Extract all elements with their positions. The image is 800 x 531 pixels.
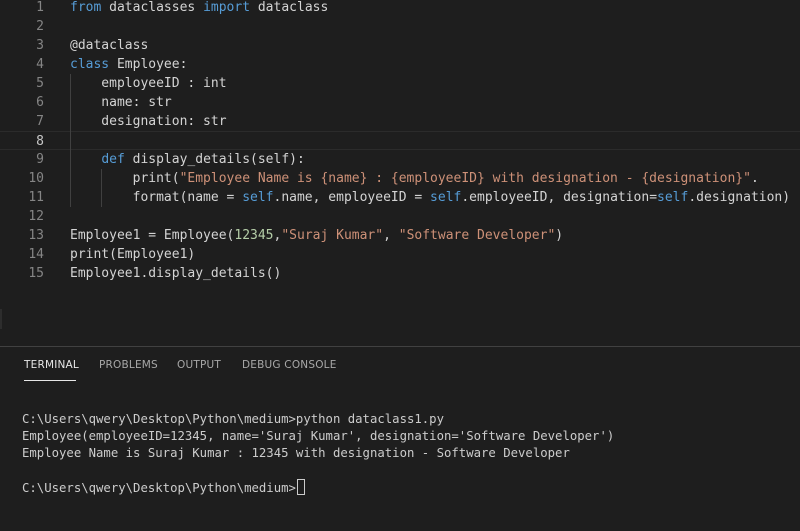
code-token: Employee: <box>109 57 188 72</box>
line-number: 9 <box>36 152 44 167</box>
code-token: "Software Developer" <box>398 228 556 243</box>
terminal-prompt: C:\Users\qwery\Desktop\Python\medium> <box>22 481 296 495</box>
indent-guide <box>101 169 103 207</box>
code-line[interactable]: 1 from dataclasses import dataclass <box>0 0 800 17</box>
code-text: Employee1.display_details() <box>70 264 281 283</box>
code-line[interactable]: 6 name: str <box>0 93 800 112</box>
line-number: 13 <box>28 228 44 243</box>
code-text: format(name = self.name, employeeID = se… <box>70 188 800 207</box>
code-token: .designation) ) <box>688 190 800 205</box>
code-token: employeeID : int <box>70 76 227 91</box>
line-number: 14 <box>28 247 44 262</box>
code-token: dataclass <box>250 0 329 15</box>
code-token: name: str <box>70 95 172 110</box>
code-token: class <box>70 57 110 72</box>
line-number: 15 <box>28 266 44 281</box>
code-token: dataclasses <box>101 0 204 15</box>
code-line[interactable]: 12 <box>0 207 800 226</box>
bottom-panel: TERMINAL PROBLEMS OUTPUT DEBUG CONSOLE C… <box>0 347 800 531</box>
tab-debug-console[interactable]: DEBUG CONSOLE <box>242 359 337 371</box>
terminal-cursor <box>296 479 305 495</box>
code-token: display_details(self): <box>124 152 305 167</box>
code-line[interactable]: 9 def display_details(self): <box>0 150 800 169</box>
code-line[interactable]: 2 <box>0 17 800 36</box>
terminal-prompt-line[interactable]: C:\Users\qwery\Desktop\Python\medium> <box>22 479 305 496</box>
line-number: 1 <box>36 0 44 15</box>
line-number: 11 <box>28 190 44 205</box>
code-text: class Employee: <box>70 55 187 74</box>
code-token: self <box>242 190 274 205</box>
code-token: format(name = <box>70 190 243 205</box>
code-line[interactable]: 5 employeeID : int <box>0 74 800 93</box>
code-token: 12345 <box>234 228 274 243</box>
tab-output[interactable]: OUTPUT <box>177 359 221 371</box>
terminal-line-output-1: Employee(employeeID=12345, name='Suraj K… <box>22 429 615 443</box>
code-text: employeeID : int <box>70 74 227 93</box>
code-token: import <box>203 0 251 15</box>
code-token: from <box>70 0 102 15</box>
code-token: "Employee Name is {name} : {employeeID} … <box>179 171 751 186</box>
code-token: @dataclass <box>70 38 149 53</box>
editor-scroll-marker <box>0 309 2 329</box>
code-token: ) <box>555 228 564 243</box>
code-token: Employee1.display_details() <box>70 266 282 281</box>
panel-tab-bar: TERMINAL PROBLEMS OUTPUT DEBUG CONSOLE <box>0 347 800 383</box>
line-number: 2 <box>36 19 44 34</box>
code-token: self <box>430 190 462 205</box>
code-text: def display_details(self): <box>70 150 305 169</box>
code-text: designation: str <box>70 112 227 131</box>
line-number: 4 <box>36 57 44 72</box>
line-number: 3 <box>36 38 44 53</box>
code-line[interactable]: 14 print(Employee1) <box>0 245 800 264</box>
code-token: print(Employee1) <box>70 247 196 262</box>
code-token: . <box>750 171 759 186</box>
code-text: @dataclass <box>70 36 148 55</box>
code-line[interactable]: 13 Employee1 = Employee(12345,"Suraj Kuma… <box>0 226 800 245</box>
code-text: print(Employee1) <box>70 245 195 264</box>
terminal-line-command: C:\Users\qwery\Desktop\Python\medium>pyt… <box>22 412 444 426</box>
code-line[interactable]: 10 print("Employee Name is {name} : {emp… <box>0 169 800 188</box>
code-token: self <box>657 190 689 205</box>
code-line[interactable]: 11 format(name = self.name, employeeID =… <box>0 188 800 207</box>
code-text: Employee1 = Employee(12345,"Suraj Kumar"… <box>70 226 563 245</box>
code-line[interactable]: 3 @dataclass <box>0 36 800 55</box>
code-line[interactable]: 15 Employee1.display_details() <box>0 264 800 283</box>
code-token: .name, employeeID = <box>273 190 431 205</box>
code-line[interactable]: 4 class Employee: <box>0 55 800 74</box>
indent-guide <box>70 74 71 207</box>
code-token: print( <box>70 171 180 186</box>
line-number: 6 <box>36 95 44 110</box>
code-line[interactable]: 7 designation: str <box>0 112 800 131</box>
code-token: "Suraj Kumar" <box>281 228 384 243</box>
code-token: , <box>383 228 399 243</box>
code-editor[interactable]: 1 from dataclasses import dataclass 2 3 @dat… <box>0 0 800 330</box>
code-token: .employeeID, designation= <box>461 190 658 205</box>
line-number: 10 <box>28 171 44 186</box>
code-token: Employee1 = Employee( <box>70 228 235 243</box>
line-number: 7 <box>36 114 44 129</box>
line-number: 8 <box>36 134 44 149</box>
terminal-line-output-2: Employee Name is Suraj Kumar : 12345 wit… <box>22 446 570 460</box>
line-number: 12 <box>28 209 44 224</box>
code-text: from dataclasses import dataclass <box>70 0 328 17</box>
code-line[interactable]: 8 <box>0 131 800 150</box>
code-token: def <box>101 152 125 167</box>
active-tab-indicator <box>24 380 76 381</box>
tab-problems[interactable]: PROBLEMS <box>99 359 158 371</box>
code-text: print("Employee Name is {name} : {employ… <box>70 169 759 188</box>
code-text: name: str <box>70 93 172 112</box>
tab-terminal[interactable]: TERMINAL <box>24 359 79 371</box>
code-token: designation: str <box>70 114 227 129</box>
line-number: 5 <box>36 76 44 91</box>
